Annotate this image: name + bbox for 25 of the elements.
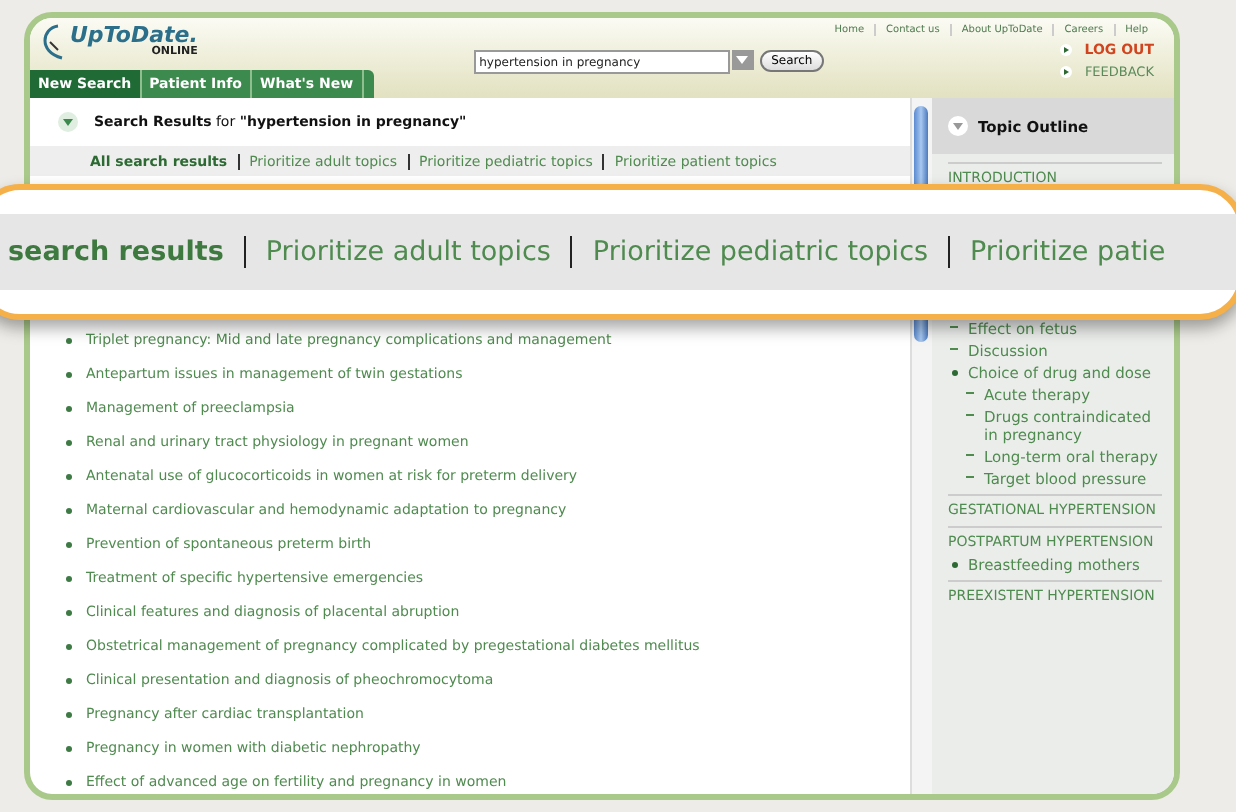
dropdown-icon[interactable]: [731, 50, 754, 70]
bullet-icon: [66, 541, 72, 547]
collapse-icon[interactable]: [58, 111, 78, 132]
bullet-icon: [66, 609, 72, 615]
filter-link[interactable]: Prioritize patie: [948, 236, 1186, 268]
filter-link[interactable]: search results: [8, 236, 244, 268]
bullet-icon: [66, 371, 72, 377]
bullet-icon: [66, 575, 72, 581]
bullet-icon: [66, 473, 72, 479]
logo-name: UpToDate.: [70, 24, 198, 46]
arrow-icon: [1060, 44, 1073, 56]
bullet-icon: [66, 677, 72, 683]
bullet-icon: [66, 439, 72, 445]
bullet-icon: [66, 745, 72, 751]
collapse-icon[interactable]: [948, 116, 968, 136]
bullet-icon: [66, 337, 72, 343]
bullet-icon: [66, 507, 72, 513]
arrow-icon: [1060, 66, 1073, 78]
bullet-icon: [66, 405, 72, 411]
bullet-icon: [66, 779, 72, 785]
logo-icon: [38, 24, 66, 60]
filter-link[interactable]: Prioritize pediatric topics: [570, 236, 949, 268]
filter-link[interactable]: Prioritize adult topics: [243, 236, 571, 268]
bullet-icon: [66, 643, 72, 649]
bullet-icon: [66, 711, 72, 717]
